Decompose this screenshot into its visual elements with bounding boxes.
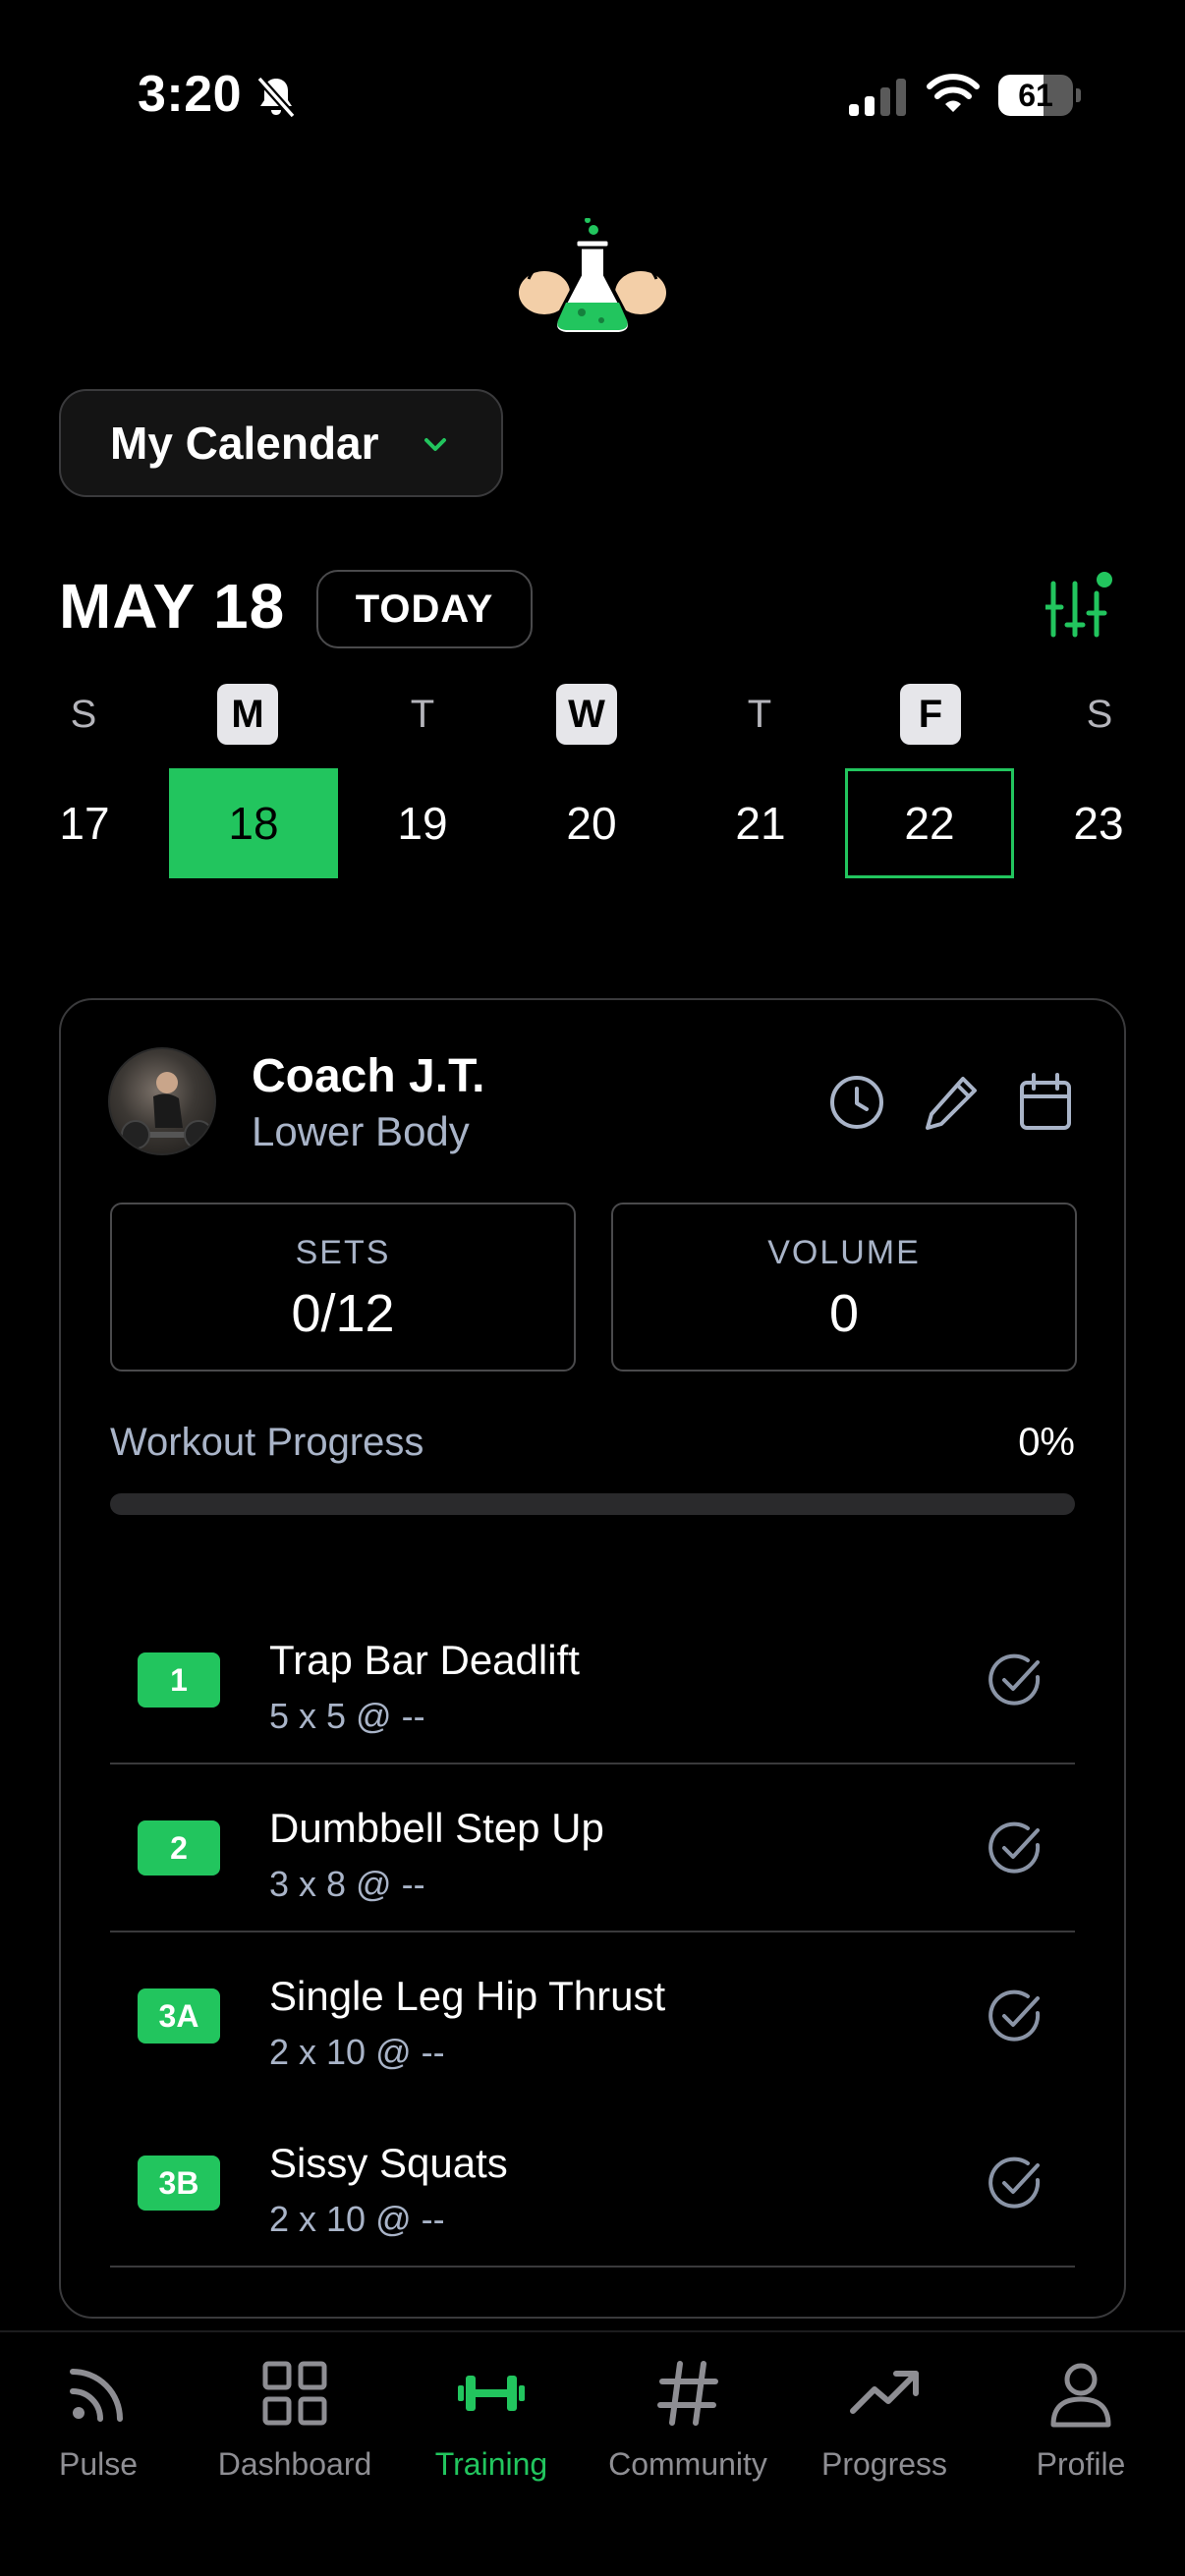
- exercise-name: Dumbbell Step Up: [269, 1805, 604, 1851]
- silent-bell-icon: [256, 76, 296, 119]
- pulse-icon: [70, 2369, 123, 2422]
- coach-avatar: [108, 1047, 216, 1155]
- tab-label: Profile: [1036, 2446, 1126, 2482]
- calendar-day[interactable]: 21: [676, 768, 845, 878]
- person-icon: [1050, 2363, 1111, 2428]
- exercise-name: Sissy Squats: [269, 2140, 508, 2186]
- weekday-label: S: [1086, 693, 1113, 736]
- tab-training[interactable]: Training: [393, 2358, 590, 2505]
- trend-icon: [850, 2371, 919, 2414]
- check-circle-icon[interactable]: [985, 2154, 1045, 2214]
- calendar-day-selected[interactable]: 18: [169, 768, 338, 878]
- calendar-day[interactable]: 17: [0, 768, 169, 878]
- tab-progress[interactable]: Progress: [786, 2358, 983, 2505]
- dashboard-icon: [262, 2361, 327, 2426]
- hashtag-icon: [657, 2361, 718, 2426]
- workout-progress-percent: 0%: [1018, 1421, 1075, 1464]
- coach-name: Coach J.T.: [252, 1050, 485, 1102]
- weekday-label: T: [410, 693, 435, 736]
- calendar-day[interactable]: 20: [507, 768, 676, 878]
- current-date-title: MAY 18: [59, 571, 286, 642]
- tab-label: Pulse: [58, 2446, 139, 2482]
- sets-stat: SETS 0/12: [110, 1203, 576, 1372]
- check-circle-icon[interactable]: [985, 1651, 1045, 1711]
- sets-label: SETS: [295, 1234, 391, 1271]
- exercise-order-badge: 2: [138, 1820, 220, 1876]
- exercise-name: Trap Bar Deadlift: [269, 1637, 580, 1683]
- exercise-row[interactable]: 2 Dumbbell Step Up 3 x 8 @ --: [110, 1765, 1075, 1932]
- exercise-row[interactable]: 3A Single Leg Hip Thrust 2 x 10 @ --: [110, 1933, 1075, 2100]
- tab-label: Progress: [820, 2446, 948, 2482]
- calendar-day-outlined[interactable]: 22: [845, 768, 1014, 878]
- filter-sliders-icon[interactable]: [1045, 570, 1114, 639]
- tab-community[interactable]: Community: [590, 2358, 786, 2505]
- workout-name: Lower Body: [252, 1108, 470, 1154]
- calendar-day[interactable]: 19: [338, 768, 507, 878]
- dumbbell-icon: [458, 2376, 525, 2411]
- cellular-signal-icon: [849, 79, 906, 116]
- exercise-detail: 5 x 5 @ --: [269, 1696, 425, 1736]
- today-button[interactable]: TODAY: [316, 570, 533, 648]
- chevron-down-icon: [424, 438, 446, 451]
- tab-label: Dashboard: [217, 2446, 372, 2482]
- tab-label: Training: [434, 2446, 548, 2482]
- weekday-label-workout: F: [900, 684, 961, 745]
- workout-progress-label: Workout Progress: [110, 1421, 424, 1464]
- tab-profile[interactable]: Profile: [983, 2358, 1179, 2505]
- tab-dashboard[interactable]: Dashboard: [197, 2358, 393, 2505]
- weekday-label-workout: W: [556, 684, 617, 745]
- bottom-tab-bar: Pulse Dashboard Training Community Progr…: [0, 2330, 1185, 2576]
- sets-value: 0/12: [291, 1284, 395, 1343]
- check-circle-icon[interactable]: [985, 1819, 1045, 1879]
- battery-level: 61: [1018, 78, 1053, 113]
- weekday-label: T: [747, 693, 772, 736]
- calendar-selector[interactable]: My Calendar: [59, 389, 503, 497]
- tab-pulse[interactable]: Pulse: [0, 2358, 197, 2505]
- exercise-order-badge: 1: [138, 1652, 220, 1708]
- status-time: 3:20: [138, 66, 243, 123]
- exercise-detail: 2 x 10 @ --: [269, 2199, 445, 2239]
- calendar-icon[interactable]: [1016, 1071, 1075, 1134]
- volume-label: VOLUME: [767, 1234, 921, 1271]
- edit-pencil-icon[interactable]: [922, 1071, 981, 1134]
- exercise-name: Single Leg Hip Thrust: [269, 1973, 666, 2019]
- weekday-label-workout: M: [217, 684, 278, 745]
- exercise-order-badge: 3A: [138, 1988, 220, 2044]
- tab-label: Community: [608, 2446, 767, 2482]
- status-bar: 3:20 61: [0, 0, 1185, 177]
- clock-icon[interactable]: [827, 1071, 886, 1134]
- exercise-detail: 3 x 8 @ --: [269, 1864, 425, 1904]
- exercise-order-badge: 3B: [138, 2156, 220, 2211]
- check-circle-icon[interactable]: [985, 1987, 1045, 2047]
- exercise-row[interactable]: 3B Sissy Squats 2 x 10 @ --: [110, 2100, 1075, 2268]
- exercise-detail: 2 x 10 @ --: [269, 2032, 445, 2072]
- app-logo: [519, 218, 666, 336]
- workout-progress-bar: [110, 1493, 1075, 1515]
- wifi-icon: [927, 74, 980, 112]
- volume-value: 0: [828, 1284, 860, 1343]
- exercise-row[interactable]: 1 Trap Bar Deadlift 5 x 5 @ --: [110, 1597, 1075, 1764]
- calendar-selector-label: My Calendar: [110, 418, 379, 469]
- calendar-day[interactable]: 23: [1014, 768, 1183, 878]
- battery-indicator: 61: [998, 75, 1081, 116]
- volume-stat: VOLUME 0: [611, 1203, 1077, 1372]
- weekday-label: S: [70, 693, 97, 736]
